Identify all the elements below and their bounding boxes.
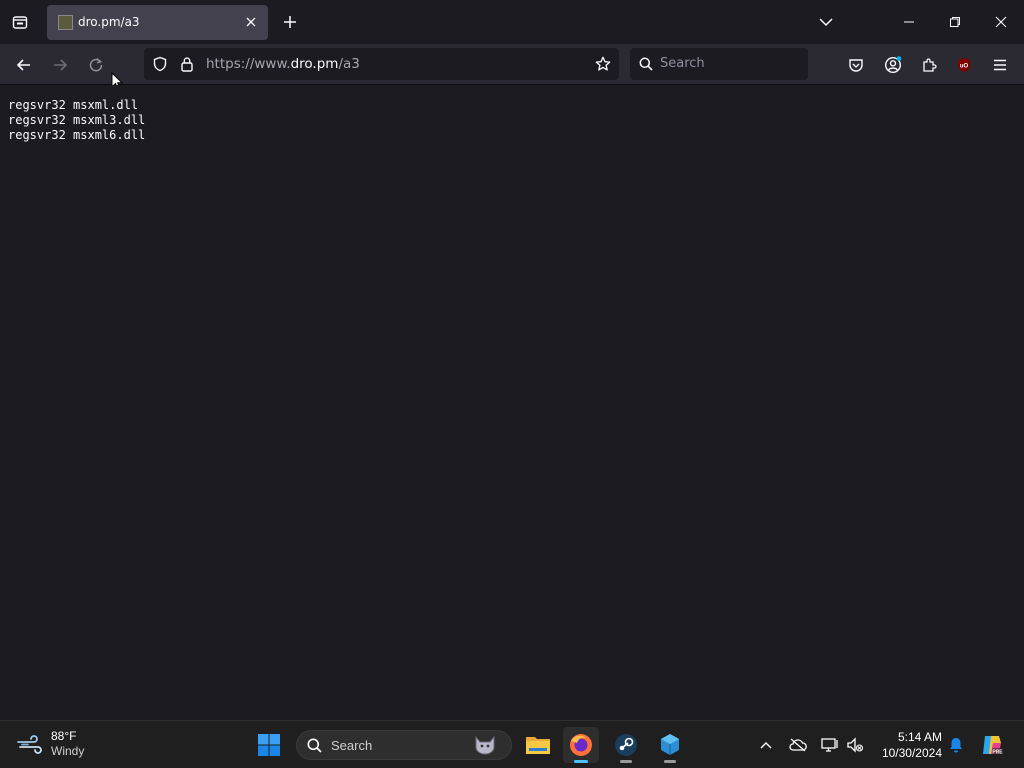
url-host: dro.pm [290, 56, 339, 72]
weather-info[interactable]: 88°F Windy [51, 729, 84, 759]
close-window-button[interactable] [991, 12, 1011, 32]
minimize-button[interactable] [899, 12, 919, 32]
svg-text:PRE: PRE [992, 750, 1003, 756]
clock-date: 10/30/2024 [881, 746, 942, 760]
search-highlight-cat-icon [475, 735, 495, 755]
text-line: regsvr32 msxml.dll [8, 98, 139, 112]
forward-button[interactable] [49, 54, 71, 76]
search-icon [639, 57, 653, 71]
cubes-app-icon [661, 734, 679, 755]
url-text[interactable]: https://www.dro.pm/a3 [206, 56, 360, 72]
page-content: regsvr32 msxml.dll regsvr32 msxml3.dll r… [0, 85, 1024, 720]
start-button[interactable] [251, 727, 287, 763]
active-indicator [574, 760, 588, 763]
tracking-protection-shield-icon[interactable] [152, 56, 168, 72]
bookmark-star-icon[interactable] [595, 56, 611, 72]
wind-icon [17, 735, 42, 754]
close-icon [246, 17, 256, 27]
weather-condition: Windy [51, 744, 85, 758]
account-button[interactable] [882, 54, 904, 76]
copilot-icon: PRE [983, 736, 1003, 756]
taskbar-clock[interactable]: 5:14 AM 10/30/2024 [872, 729, 942, 761]
search-icon [307, 738, 322, 753]
tray-volume[interactable] [845, 735, 865, 755]
new-tab-button[interactable] [280, 12, 300, 32]
steam-icon [615, 734, 637, 756]
firefox-view-icon [12, 16, 28, 29]
folder-icon [526, 737, 550, 754]
tab-title: dro.pm/a3 [78, 15, 140, 29]
running-indicator [620, 760, 632, 763]
search-bar[interactable]: Search [630, 48, 808, 80]
ublock-origin-button[interactable]: uO [953, 54, 975, 76]
reload-icon [89, 57, 103, 72]
minimize-icon [904, 21, 914, 23]
restore-icon [950, 17, 960, 27]
hamburger-menu-icon [994, 59, 1006, 71]
bell-icon [950, 738, 962, 753]
text-line: regsvr32 msxml3.dll [8, 113, 146, 127]
notifications-button[interactable] [946, 735, 966, 755]
reload-button[interactable] [85, 54, 107, 76]
tray-onedrive[interactable] [788, 735, 808, 755]
weather-temperature: 88°F [51, 729, 77, 743]
tab-favicon-icon [58, 15, 73, 30]
windows-taskbar: 88°F Windy Search 5:14 AM 10/30/2024 PRE [0, 720, 1024, 768]
ublock-origin-icon: uO [958, 58, 970, 72]
plus-icon [284, 16, 296, 28]
close-icon [995, 16, 1007, 28]
chevron-up-icon [760, 742, 772, 749]
navigation-toolbar: https://www.dro.pm/a3 Search uO [0, 44, 1024, 91]
tab-close-button[interactable] [242, 13, 260, 31]
windows-logo-icon [258, 734, 280, 756]
pocket-icon [849, 59, 863, 72]
back-button[interactable] [13, 54, 35, 76]
extensions-button[interactable] [918, 54, 940, 76]
taskbar-firefox[interactable] [563, 727, 599, 763]
pocket-button[interactable] [845, 54, 867, 76]
url-bar[interactable]: https://www.dro.pm/a3 [144, 48, 619, 80]
running-indicator [664, 760, 676, 763]
taskbar-search-box[interactable]: Search [296, 730, 512, 760]
speaker-muted-icon [847, 737, 864, 753]
search-bar-placeholder: Search [660, 56, 705, 71]
account-icon [884, 56, 902, 74]
cloud-offline-icon [789, 738, 807, 752]
url-path: /a3 [338, 56, 360, 72]
monitor-network-icon [821, 738, 838, 752]
tray-overflow-button[interactable] [756, 735, 776, 755]
weather-widget[interactable] [16, 733, 44, 757]
firefox-icon [570, 734, 592, 756]
arrow-left-icon [16, 59, 30, 71]
clock-time: 5:14 AM [897, 730, 942, 744]
tab-active[interactable]: dro.pm/a3 [47, 5, 268, 40]
puzzle-icon [923, 58, 937, 72]
taskbar-search-placeholder: Search [331, 738, 373, 753]
restore-button[interactable] [945, 12, 965, 32]
chevron-down-icon [819, 18, 833, 27]
text-line: regsvr32 msxml6.dll [8, 128, 146, 142]
url-prefix: https://www. [206, 56, 291, 72]
taskbar-steam[interactable] [608, 727, 644, 763]
tab-bar: dro.pm/a3 [0, 0, 1024, 44]
taskbar-app-cubes[interactable] [652, 727, 688, 763]
copilot-button[interactable]: PRE [980, 733, 1004, 757]
list-all-tabs-button[interactable] [816, 12, 836, 32]
arrow-right-icon [54, 59, 68, 71]
taskbar-file-explorer[interactable] [520, 727, 556, 763]
svg-text:uO: uO [960, 64, 969, 70]
menu-button[interactable] [989, 54, 1011, 76]
page-text: regsvr32 msxml.dll regsvr32 msxml3.dll r… [8, 98, 145, 143]
lock-icon[interactable] [180, 56, 194, 72]
tray-network[interactable] [820, 735, 840, 755]
firefox-view-button[interactable] [8, 10, 32, 34]
